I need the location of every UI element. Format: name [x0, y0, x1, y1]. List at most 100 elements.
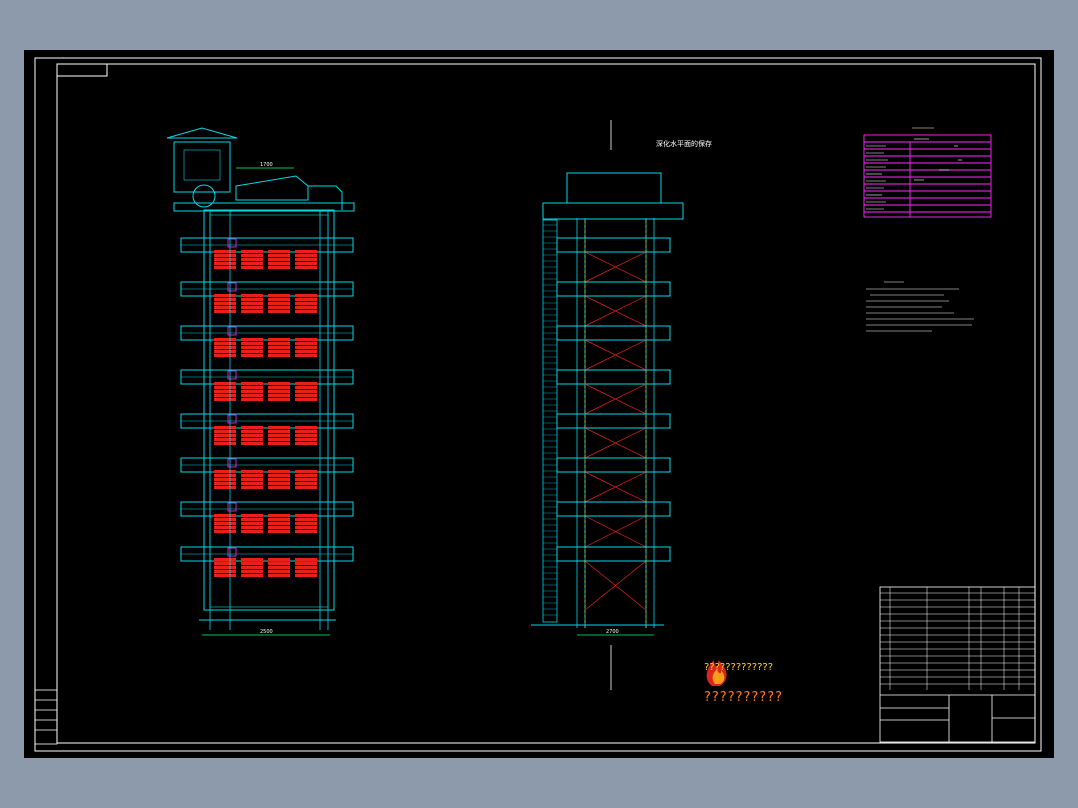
right-floor-platform: [556, 281, 671, 297]
floor-marker: [227, 547, 237, 557]
heater-tube: [241, 382, 263, 385]
heater-tube: [214, 570, 236, 573]
floor-marker: [227, 238, 237, 248]
heater-tube: [241, 434, 263, 437]
heater-tube: [214, 382, 236, 385]
heater-tube: [241, 354, 263, 357]
top-left-tag: [56, 63, 108, 77]
heater-tube: [241, 386, 263, 389]
heater-tube: [295, 518, 317, 521]
heater-tube: [268, 474, 290, 477]
watermark-line-2: ?????????????: [704, 662, 773, 673]
heater-tube: [214, 514, 236, 517]
heater-tube: [268, 566, 290, 569]
heater-tube: [295, 294, 317, 297]
heater-tube: [268, 470, 290, 473]
heater-tube: [214, 298, 236, 301]
heater-tube: [214, 558, 236, 561]
title-block: [879, 586, 1036, 743]
heater-tube: [295, 514, 317, 517]
heater-tube: [214, 390, 236, 393]
heater-tube: [241, 486, 263, 489]
cad-drawing: 2500 1700 2700 深化水平面的保存: [34, 57, 1042, 752]
heater-tube: [295, 346, 317, 349]
heater-tube: [241, 250, 263, 253]
right-floor-platform: [556, 237, 671, 253]
heater-tube: [214, 338, 236, 341]
heater-tube: [241, 478, 263, 481]
heater-tube: [241, 426, 263, 429]
heater-tube: [214, 294, 236, 297]
heater-tube: [214, 342, 236, 345]
heater-tube: [241, 398, 263, 401]
heater-tube: [241, 390, 263, 393]
heater-tube: [214, 518, 236, 521]
heater-tube: [241, 262, 263, 265]
heater-tube: [268, 558, 290, 561]
heater-tube: [268, 438, 290, 441]
technical-requirements: [866, 281, 974, 332]
heater-tube: [295, 438, 317, 441]
heater-tube: [295, 522, 317, 525]
heater-tube: [268, 382, 290, 385]
heater-tube: [295, 338, 317, 341]
heater-tube: [214, 430, 236, 433]
heater-tube: [268, 398, 290, 401]
heater-tube: [295, 258, 317, 261]
heater-tube: [295, 530, 317, 533]
right-dimension-label: 2700: [606, 629, 619, 635]
heater-tube: [214, 302, 236, 305]
heater-tube: [241, 570, 263, 573]
heater-tube: [214, 574, 236, 577]
heater-tube: [295, 426, 317, 429]
heater-tube: [295, 562, 317, 565]
heater-tube: [214, 442, 236, 445]
fan-wheel: [192, 184, 216, 208]
heater-tube: [268, 258, 290, 261]
heater-tube: [295, 390, 317, 393]
drawing-sheet: 2500 1700 2700 深化水平面的保存 ????????????? ??…: [24, 50, 1054, 758]
watermark-line-1: ??????????: [704, 690, 783, 705]
heater-tube: [268, 342, 290, 345]
heater-tube: [241, 470, 263, 473]
left-elevation: 2500 1700: [166, 127, 355, 636]
heater-tube: [295, 310, 317, 313]
parameter-table-text-lines: [866, 127, 962, 210]
floor-marker: [227, 414, 237, 424]
heater-tube: [295, 302, 317, 305]
heater-tube: [268, 390, 290, 393]
heater-tube: [241, 294, 263, 297]
heater-tube: [295, 526, 317, 529]
heater-tube: [214, 306, 236, 309]
heater-tube: [241, 474, 263, 477]
heater-tube: [268, 430, 290, 433]
heater-tube: [295, 394, 317, 397]
heater-tube: [268, 350, 290, 353]
heater-tube: [241, 482, 263, 485]
heater-tube: [268, 266, 290, 269]
heater-tube: [214, 562, 236, 565]
heater-tube: [241, 430, 263, 433]
heater-tube: [295, 470, 317, 473]
cabin: [173, 141, 231, 193]
heater-tube: [214, 478, 236, 481]
heater-tube: [268, 254, 290, 257]
left-revision-strip: [34, 689, 58, 745]
heater-tube: [268, 482, 290, 485]
heater-tube: [268, 426, 290, 429]
heater-tube: [295, 434, 317, 437]
floor-marker: [227, 458, 237, 468]
heater-tube: [241, 562, 263, 565]
heater-tube: [214, 486, 236, 489]
heater-tube: [214, 434, 236, 437]
heater-tube: [241, 526, 263, 529]
heater-tube: [295, 254, 317, 257]
heater-tube: [295, 262, 317, 265]
heater-tube: [295, 474, 317, 477]
heater-tube: [268, 562, 290, 565]
heater-tube: [241, 342, 263, 345]
right-floor-platform: [556, 413, 671, 429]
heater-tube: [268, 526, 290, 529]
right-floor-platform: [556, 325, 671, 341]
heater-tube: [241, 558, 263, 561]
